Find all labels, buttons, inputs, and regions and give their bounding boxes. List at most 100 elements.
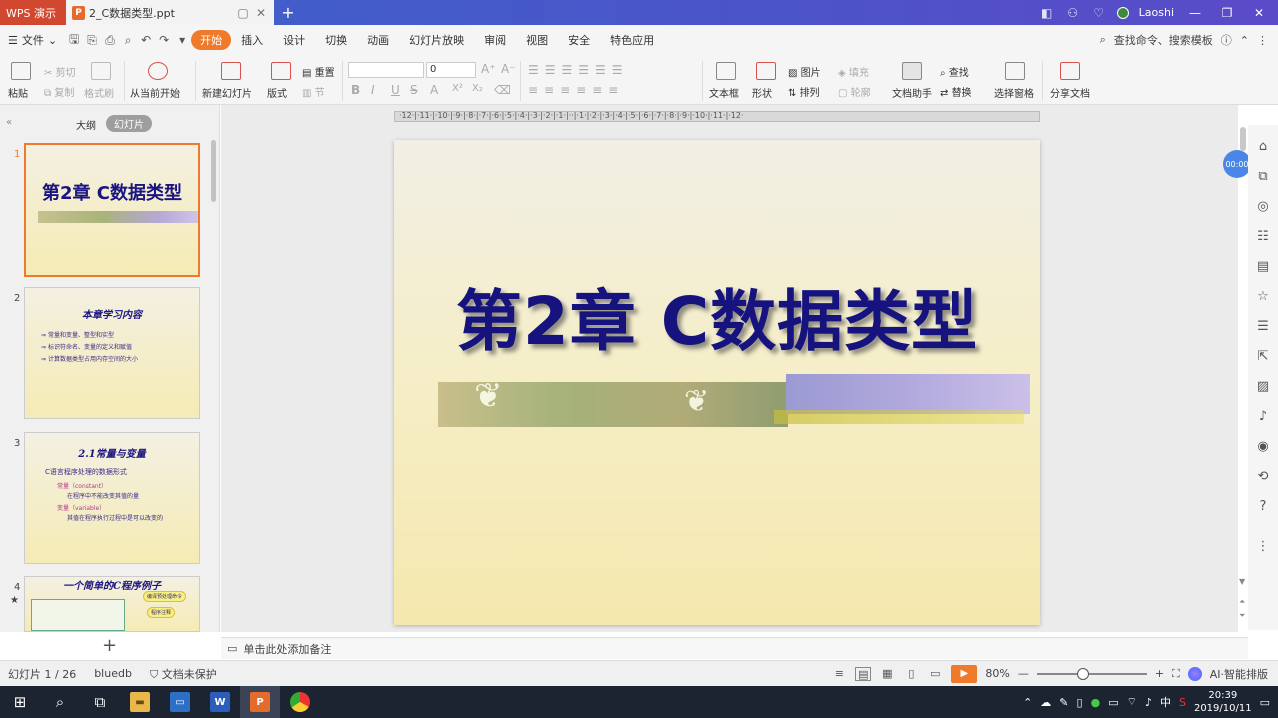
reset-button[interactable]: ▤ 重置 [302, 64, 335, 79]
subscript-icon[interactable]: X₂ [472, 83, 483, 94]
recording-timer[interactable]: 00:00 [1223, 150, 1251, 178]
strikethrough-icon[interactable]: S [410, 83, 418, 97]
more-dots-icon[interactable]: ⋮ [1256, 539, 1270, 554]
tray-expand-icon[interactable]: ⌃ [1023, 696, 1032, 709]
arrange-button[interactable]: ⇅ 排列 [788, 84, 820, 99]
sorter-view-icon[interactable]: ▦ [879, 667, 895, 681]
notes-area[interactable]: ▭ 单击此处添加备注 [221, 637, 1248, 659]
redo-icon[interactable]: ↷ [155, 33, 173, 47]
tab-slides[interactable]: 幻灯片 [106, 115, 152, 132]
tab-animations[interactable]: 动画 [357, 32, 399, 48]
notification-icon[interactable]: ▭ [1260, 696, 1270, 709]
bold-icon[interactable]: B [351, 83, 360, 97]
canvas-scrollbar[interactable]: ▼ ⏶ ⏷ [1238, 125, 1248, 625]
normal-view-icon[interactable]: ▤ [855, 666, 872, 681]
superscript-icon[interactable]: X² [452, 83, 463, 94]
share-out-icon[interactable]: ⇱ [1256, 349, 1270, 364]
image-icon[interactable]: ▨ [1256, 379, 1270, 394]
next-page-icon[interactable]: ⏷ [1239, 611, 1245, 621]
theme-name[interactable]: bluedb [94, 667, 132, 680]
tray-network-icon[interactable]: ⌔ [1127, 695, 1137, 709]
tab-outline[interactable]: 大纲 [76, 117, 96, 132]
zoom-level[interactable]: 80% [985, 667, 1009, 680]
settings-sliders-icon[interactable]: ☷ [1256, 229, 1270, 244]
protection-status[interactable]: ⛉ 文档未保护 [150, 666, 217, 682]
tab-transitions[interactable]: 切换 [315, 32, 357, 48]
ai-layout-button[interactable]: AI·智能排版 [1210, 666, 1268, 682]
current-slide[interactable]: 第2章 C数据类型 ❦ ❦ [394, 140, 1040, 625]
list-icon[interactable]: ☰ [1256, 319, 1270, 334]
more-icon[interactable]: ⋮ [1257, 34, 1268, 47]
heart-icon[interactable]: ♡ [1091, 6, 1107, 20]
paste-button[interactable]: 粘贴 [8, 85, 28, 100]
system-clock[interactable]: 20:39 2019/10/11 [1194, 689, 1252, 715]
fit-window-icon[interactable]: ⛶ [1172, 667, 1180, 681]
font-name-field[interactable] [348, 62, 424, 78]
user-name[interactable]: Laoshi [1139, 6, 1174, 19]
underline-icon[interactable]: U [391, 83, 400, 97]
minimize-icon[interactable]: — [1184, 6, 1206, 20]
tab-features[interactable]: 特色应用 [600, 32, 664, 48]
fill-button[interactable]: ◈ 填充 [838, 64, 869, 79]
taskbar-file-explorer[interactable]: ▬ [120, 686, 160, 718]
shape-button[interactable]: 形状 [752, 85, 772, 100]
close-window-icon[interactable]: ✕ [1248, 6, 1270, 20]
tray-wps-icon[interactable]: S [1179, 696, 1186, 709]
layout-icon[interactable]: ◧ [1039, 6, 1055, 20]
italic-icon[interactable]: I [371, 83, 375, 97]
slide-thumbnail-3[interactable]: 2.1常量与变量 C语言程序处理的数据形式 常量（constant） 在程序中不… [24, 432, 200, 564]
collapse-ribbon-icon[interactable]: ⌃ [1240, 34, 1249, 47]
slide-thumbnail-2[interactable]: 本章学习内容 ⇒ 常量和变量、整型和实型 ⇒ 标识符命名、变量的定义和赋值 ⇒ … [24, 287, 200, 419]
font-color-icon[interactable]: A [430, 83, 438, 97]
file-menu[interactable]: ☰ 文件 ⌄ [8, 32, 57, 48]
compass-icon[interactable]: ◉ [1256, 439, 1270, 454]
notes-toggle-icon[interactable]: ≡ [831, 667, 847, 681]
customize-icon[interactable]: ▾ [173, 33, 191, 47]
tray-volume-icon[interactable]: ♪ [1145, 696, 1152, 709]
picture-button[interactable]: ▨ 图片 [788, 64, 821, 79]
windows-start-icon[interactable]: ⊞ [0, 686, 40, 718]
doc-helper-button[interactable]: 文档助手 [892, 85, 932, 100]
section-button[interactable]: ▥ 节 [302, 84, 325, 99]
clear-format-icon[interactable]: ⌫ [494, 83, 511, 97]
app-tab-wps[interactable]: WPS 演示 [0, 0, 66, 25]
gallery-icon[interactable]: ▤ [1256, 259, 1270, 274]
undo-icon[interactable]: ↶ [137, 33, 155, 47]
print-icon[interactable]: ⎙ [101, 33, 119, 48]
tray-pen-icon[interactable]: ✎ [1059, 696, 1068, 709]
replace-button[interactable]: ⇄ 替换 [940, 84, 972, 99]
layout-button[interactable]: 版式 [267, 85, 287, 100]
tray-status-icon[interactable]: ● [1091, 696, 1101, 709]
slide-title[interactable]: 第2章 C数据类型 [394, 268, 1040, 364]
find-button[interactable]: ⌕ 查找 [940, 64, 969, 79]
share-doc-button[interactable]: 分享文档 [1050, 85, 1090, 100]
help-circle-icon[interactable]: ? [1256, 499, 1270, 514]
taskbar-wps-writer[interactable]: W [200, 686, 240, 718]
collapse-panel-icon[interactable]: « [6, 117, 12, 128]
ime-indicator[interactable]: 中 [1160, 694, 1171, 710]
zoom-in-icon[interactable]: + [1155, 667, 1164, 680]
task-view-icon[interactable]: ⧉ [80, 686, 120, 718]
print-preview-icon[interactable]: ⌕ [119, 33, 137, 48]
taskbar-browser[interactable] [280, 686, 320, 718]
shapes-icon[interactable]: ◎ [1256, 199, 1270, 214]
help-icon[interactable]: ⓘ [1221, 32, 1232, 48]
star-icon[interactable]: ☆ [1256, 289, 1270, 304]
pin-icon[interactable]: ▢ [236, 6, 250, 20]
sound-icon[interactable]: ♪ [1256, 409, 1270, 424]
list-icons-row[interactable]: ☰☰☰☰☰☰ [528, 63, 629, 77]
add-slide-button[interactable]: + [102, 635, 117, 656]
tray-display-icon[interactable]: ▭ [1108, 696, 1118, 709]
tab-review[interactable]: 审阅 [474, 32, 516, 48]
new-slide-button[interactable]: 新建幻灯片 [202, 85, 252, 100]
tab-slideshow[interactable]: 幻灯片放映 [399, 32, 474, 48]
tab-view[interactable]: 视图 [516, 32, 558, 48]
zoom-slider[interactable] [1036, 667, 1147, 680]
avatar[interactable] [1116, 6, 1129, 19]
history-icon[interactable]: ⟲ [1256, 469, 1270, 484]
paste-icon[interactable] [11, 62, 31, 80]
thumbnail-scrollbar[interactable] [211, 140, 216, 202]
tab-insert[interactable]: 插入 [231, 32, 273, 48]
command-search[interactable]: 查找命令、搜索模板 [1114, 32, 1213, 48]
selection-pane-button[interactable]: 选择窗格 [994, 85, 1034, 100]
